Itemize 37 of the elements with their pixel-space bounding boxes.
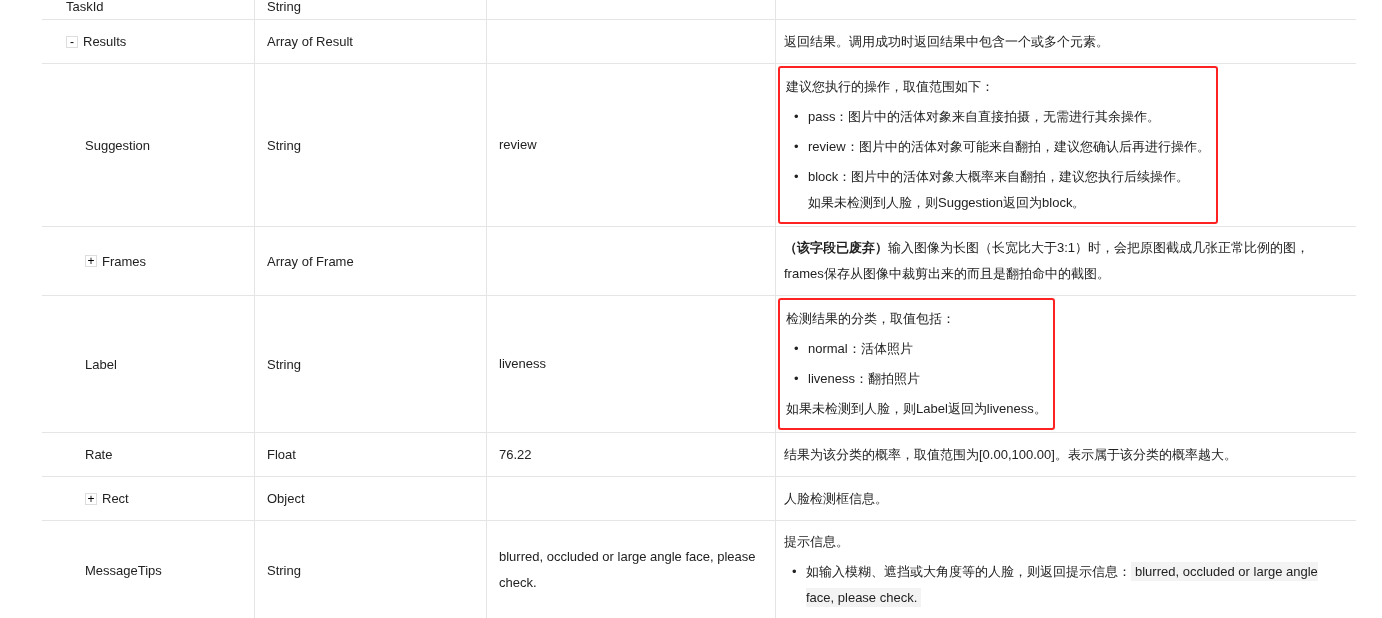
description-text: 如果未检测到人脸，则Label返回为liveness。 xyxy=(786,400,1047,418)
bullet-item: • liveness：翻拍照片 xyxy=(794,370,921,388)
example-value: 76.22 xyxy=(499,445,532,464)
bullet-item: • block：图片中的活体对象大概率来自翻拍，建议您执行后续操作。 如果未检测到人脸，则Suggestion返回为block。 xyxy=(794,168,1191,212)
description-text: （该字段已废弃）输入图像为长图（长宽比大于3:1）时，会把原图截成几张正常比例的图，frames保存从图像中裁剪出来的而且是翻拍命中的截图。 xyxy=(784,239,1311,283)
parameter-type: String xyxy=(267,356,301,372)
description-text: 检测结果的分类，取值包括： xyxy=(786,310,956,328)
parameter-name: TaskId xyxy=(66,0,104,14)
description-text: 返回结果。调用成功时返回结果中包含一个或多个元素。 xyxy=(784,32,1109,51)
example-value: liveness xyxy=(499,355,546,373)
expand-toggle[interactable]: + xyxy=(85,255,97,267)
parameter-type: Array of Result xyxy=(267,34,353,49)
example-value: blurred, occluded or large angle face, please check. xyxy=(499,548,757,592)
bullet-item: • 如输入模糊、遮挡或大角度等的人脸，则返回提示信息： blurred, occluded or large angle face, please check. xyxy=(792,561,1319,609)
parameter-type: String xyxy=(267,0,301,14)
parameter-name: Label xyxy=(85,356,117,372)
expand-toggle[interactable]: + xyxy=(85,492,97,505)
parameter-type: Object xyxy=(267,491,305,506)
parameter-type: String xyxy=(267,562,301,578)
parameter-type: String xyxy=(267,137,301,153)
parameter-name: Frames xyxy=(102,253,147,269)
parameter-name: Rate xyxy=(85,447,113,462)
parameter-type: Array of Frame xyxy=(267,253,354,269)
example-value: review xyxy=(499,136,537,154)
expand-toggle[interactable]: - xyxy=(66,35,78,48)
description-text: 人脸检测框信息。 xyxy=(784,489,888,508)
parameter-type: Float xyxy=(267,447,296,462)
bullet-item: • review：图片中的活体对象可能来自翻拍，建议您确认后再进行操作。 xyxy=(794,138,1210,156)
description-text: 结果为该分类的概率，取值范围为[0.00,100.00]。表示属于该分类的概率越大。 xyxy=(784,445,1237,464)
bullet-item: • normal：活体照片 xyxy=(794,340,914,358)
description-text: 建议您执行的操作，取值范围如下： xyxy=(786,78,995,96)
parameter-name: MessageTips xyxy=(85,562,162,578)
parameter-name: Rect xyxy=(102,491,129,506)
parameter-name: Suggestion xyxy=(85,137,151,153)
description-text: 提示信息。 xyxy=(784,533,850,551)
parameter-name: Results xyxy=(83,34,127,49)
bullet-item: • pass：图片中的活体对象来自直接拍摄，无需进行其余操作。 xyxy=(794,108,1162,126)
